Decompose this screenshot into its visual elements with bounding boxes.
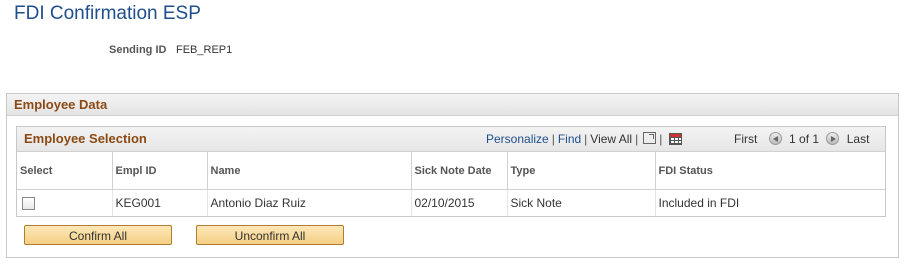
type-cell: Sick Note — [507, 189, 656, 216]
fdi-status-cell: Included in FDI — [658, 196, 740, 210]
unconfirm-all-button[interactable]: Unconfirm All — [196, 225, 344, 245]
row-range: 1 of 1 — [789, 132, 820, 146]
sending-id-value: FEB_REP1 — [176, 44, 233, 56]
sick-note-date-cell: 02/10/2015 — [411, 189, 508, 216]
empl-id-cell: KEG001 — [112, 189, 208, 216]
table-header-row: Select Empl ID Name Sick Note Date Type … — [17, 152, 885, 190]
sending-id-label: Sending ID — [109, 44, 167, 56]
column-header-name: Name — [207, 152, 412, 190]
employee-data-title: Employee Data — [14, 97, 108, 112]
column-header-select: Select — [17, 152, 113, 190]
table-row: KEG001 Antonio Diaz Ruiz 02/10/2015 Sick… — [17, 189, 885, 216]
page-title: FDI Confirmation ESP — [14, 3, 201, 24]
previous-row-icon[interactable] — [768, 132, 782, 145]
employee-data-header — [7, 94, 898, 116]
zoom-icon[interactable] — [643, 132, 657, 144]
pager: First 1 of 1 Last — [734, 132, 869, 146]
personalize-link[interactable]: Personalize — [486, 132, 549, 146]
download-grid-icon[interactable] — [669, 133, 683, 145]
first-label: First — [734, 132, 758, 146]
next-row-icon[interactable] — [826, 132, 840, 145]
grid-header: Employee Selection Personalize | Find | View… — [17, 127, 885, 152]
employee-table: Select Empl ID Name Sick Note Date Type … — [17, 152, 885, 216]
employee-data-section: Employee Data Employee Selection Persona… — [6, 93, 899, 258]
select-checkbox[interactable] — [22, 197, 35, 211]
column-header-empl-id: Empl ID — [112, 152, 208, 190]
name-cell: Antonio Diaz Ruiz — [207, 189, 412, 216]
column-header-sick-note-date: Sick Note Date — [411, 152, 508, 190]
column-header-fdi-status: FDI Status — [655, 152, 885, 190]
select-cell — [17, 189, 113, 216]
column-header-type: Type — [507, 152, 656, 190]
find-link[interactable]: Find — [558, 132, 581, 146]
grid-title: Employee Selection — [24, 131, 147, 146]
confirm-all-button[interactable]: Confirm All — [24, 225, 172, 245]
grid-toolbar: Personalize | Find | View All | | — [486, 132, 683, 146]
last-label: Last — [846, 132, 870, 146]
employee-selection-grid: Employee Selection Personalize | Find | View… — [16, 126, 886, 217]
view-all-link[interactable]: View All — [590, 132, 632, 146]
